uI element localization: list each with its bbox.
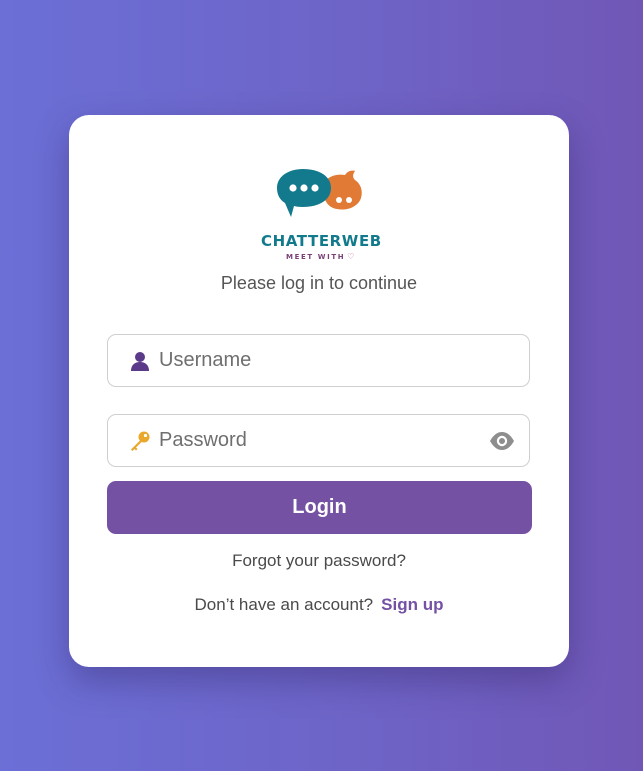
password-field[interactable] [107,414,530,467]
chatterweb-logo: CHATTERWEB MEET WITH ♡ [261,167,381,267]
key-icon [128,429,152,453]
brand-tagline-text: MEET WITH [286,253,346,261]
signup-prompt: Don’t have an account? [194,595,374,614]
heart-icon: ♡ [347,252,356,261]
chat-bubbles-icon [277,169,362,217]
username-input[interactable] [159,335,479,386]
signup-link[interactable]: Sign up [381,595,443,614]
login-button[interactable]: Login [107,481,532,534]
password-input[interactable] [159,415,479,466]
login-card: CHATTERWEB MEET WITH ♡ Please log in to c… [69,115,569,667]
user-icon [128,349,152,373]
login-subtitle: Please log in to continue [220,273,418,293]
signup-row: Don’t have an account? Sign up [69,595,569,615]
username-field[interactable] [107,334,530,387]
eye-icon[interactable] [489,429,515,453]
brand-name: CHATTERWEB [261,232,382,250]
brand-tagline: MEET WITH ♡ [261,252,381,261]
forgot-password-link[interactable]: Forgot your password? [69,551,569,571]
